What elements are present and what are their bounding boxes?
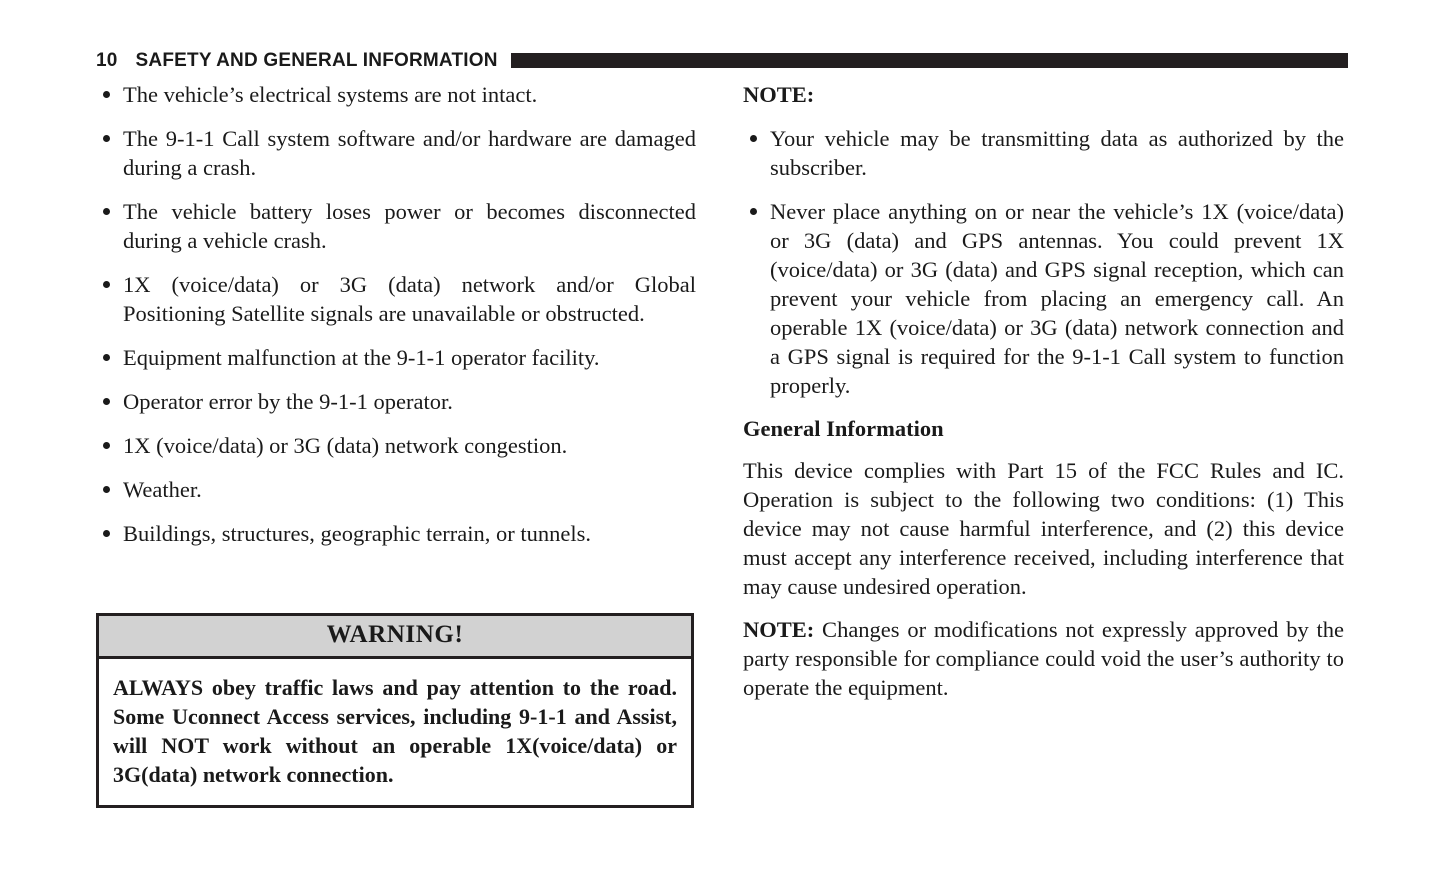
list-item: Operator error by the 9-1-1 operator. — [96, 387, 696, 416]
list-item: Equipment malfunction at the 9-1-1 opera… — [96, 343, 696, 372]
list-item: Your vehicle may be transmitting data as… — [743, 124, 1344, 182]
list-item-text: The 9-1-1 Call system software and/or ha… — [123, 126, 696, 180]
list-item: Buildings, structures, geographic terrai… — [96, 519, 696, 548]
left-column: The vehicle’s electrical systems are not… — [96, 80, 696, 548]
list-item-text: Buildings, structures, geographic terrai… — [123, 521, 592, 546]
list-item: The vehicle battery loses power or becom… — [96, 197, 696, 255]
bullet-icon — [103, 135, 110, 142]
failure-conditions-list: The vehicle’s electrical systems are not… — [96, 80, 696, 548]
bullet-icon — [103, 442, 110, 449]
bullet-icon — [750, 135, 757, 142]
page-title: SAFETY AND GENERAL INFORMATION — [135, 49, 498, 71]
right-column: NOTE: Your vehicle may be transmitting d… — [743, 80, 1344, 716]
note-bullet-list: Your vehicle may be transmitting data as… — [743, 124, 1344, 400]
warning-text: ALWAYS obey traffic laws and pay attenti… — [113, 675, 677, 787]
note-label: NOTE: — [743, 617, 815, 642]
note-heading: NOTE: — [743, 82, 815, 107]
list-item: The vehicle’s electrical systems are not… — [96, 80, 696, 109]
list-item: Weather. — [96, 475, 696, 504]
bullet-icon — [103, 208, 110, 215]
bullet-icon — [103, 354, 110, 361]
list-item-text: Never place anything on or near the vehi… — [770, 199, 1344, 398]
list-item-text: Equipment malfunction at the 9-1-1 opera… — [123, 345, 600, 370]
list-item: 1X (voice/data) or 3G (data) network and… — [96, 270, 696, 328]
page-header: 10 SAFETY AND GENERAL INFORMATION — [96, 47, 1348, 73]
modifications-note-paragraph: NOTE: Changes or modifications not expre… — [743, 615, 1344, 702]
list-item-text: Your vehicle may be transmitting data as… — [770, 126, 1344, 180]
warning-title: WARNING! — [326, 621, 464, 648]
general-information-heading: General Information — [743, 416, 944, 441]
list-item-text: 1X (voice/data) or 3G (data) network con… — [123, 433, 568, 458]
list-item: Never place anything on or near the vehi… — [743, 197, 1344, 400]
list-item-text: 1X (voice/data) or 3G (data) network and… — [123, 272, 696, 326]
list-item: The 9-1-1 Call system software and/or ha… — [96, 124, 696, 182]
bullet-icon — [103, 91, 110, 98]
warning-box-body: ALWAYS obey traffic laws and pay attenti… — [99, 659, 691, 805]
fcc-compliance-paragraph: This device complies with Part 15 of the… — [743, 458, 1344, 599]
modifications-note-text: Changes or modifications not expressly a… — [743, 617, 1344, 700]
bullet-icon — [103, 398, 110, 405]
bullet-icon — [103, 486, 110, 493]
list-item-text: The vehicle’s electrical systems are not… — [123, 82, 538, 107]
header-rule — [510, 52, 1348, 68]
page-number: 10 — [96, 49, 118, 71]
bullet-icon — [750, 208, 757, 215]
warning-box: WARNING! ALWAYS obey traffic laws and pa… — [96, 613, 694, 808]
list-item-text: The vehicle battery loses power or becom… — [123, 199, 696, 253]
warning-box-header: WARNING! — [99, 616, 691, 659]
list-item-text: Operator error by the 9-1-1 operator. — [123, 389, 453, 414]
list-item: 1X (voice/data) or 3G (data) network con… — [96, 431, 696, 460]
list-item-text: Weather. — [123, 477, 202, 502]
bullet-icon — [103, 530, 110, 537]
bullet-icon — [103, 281, 110, 288]
